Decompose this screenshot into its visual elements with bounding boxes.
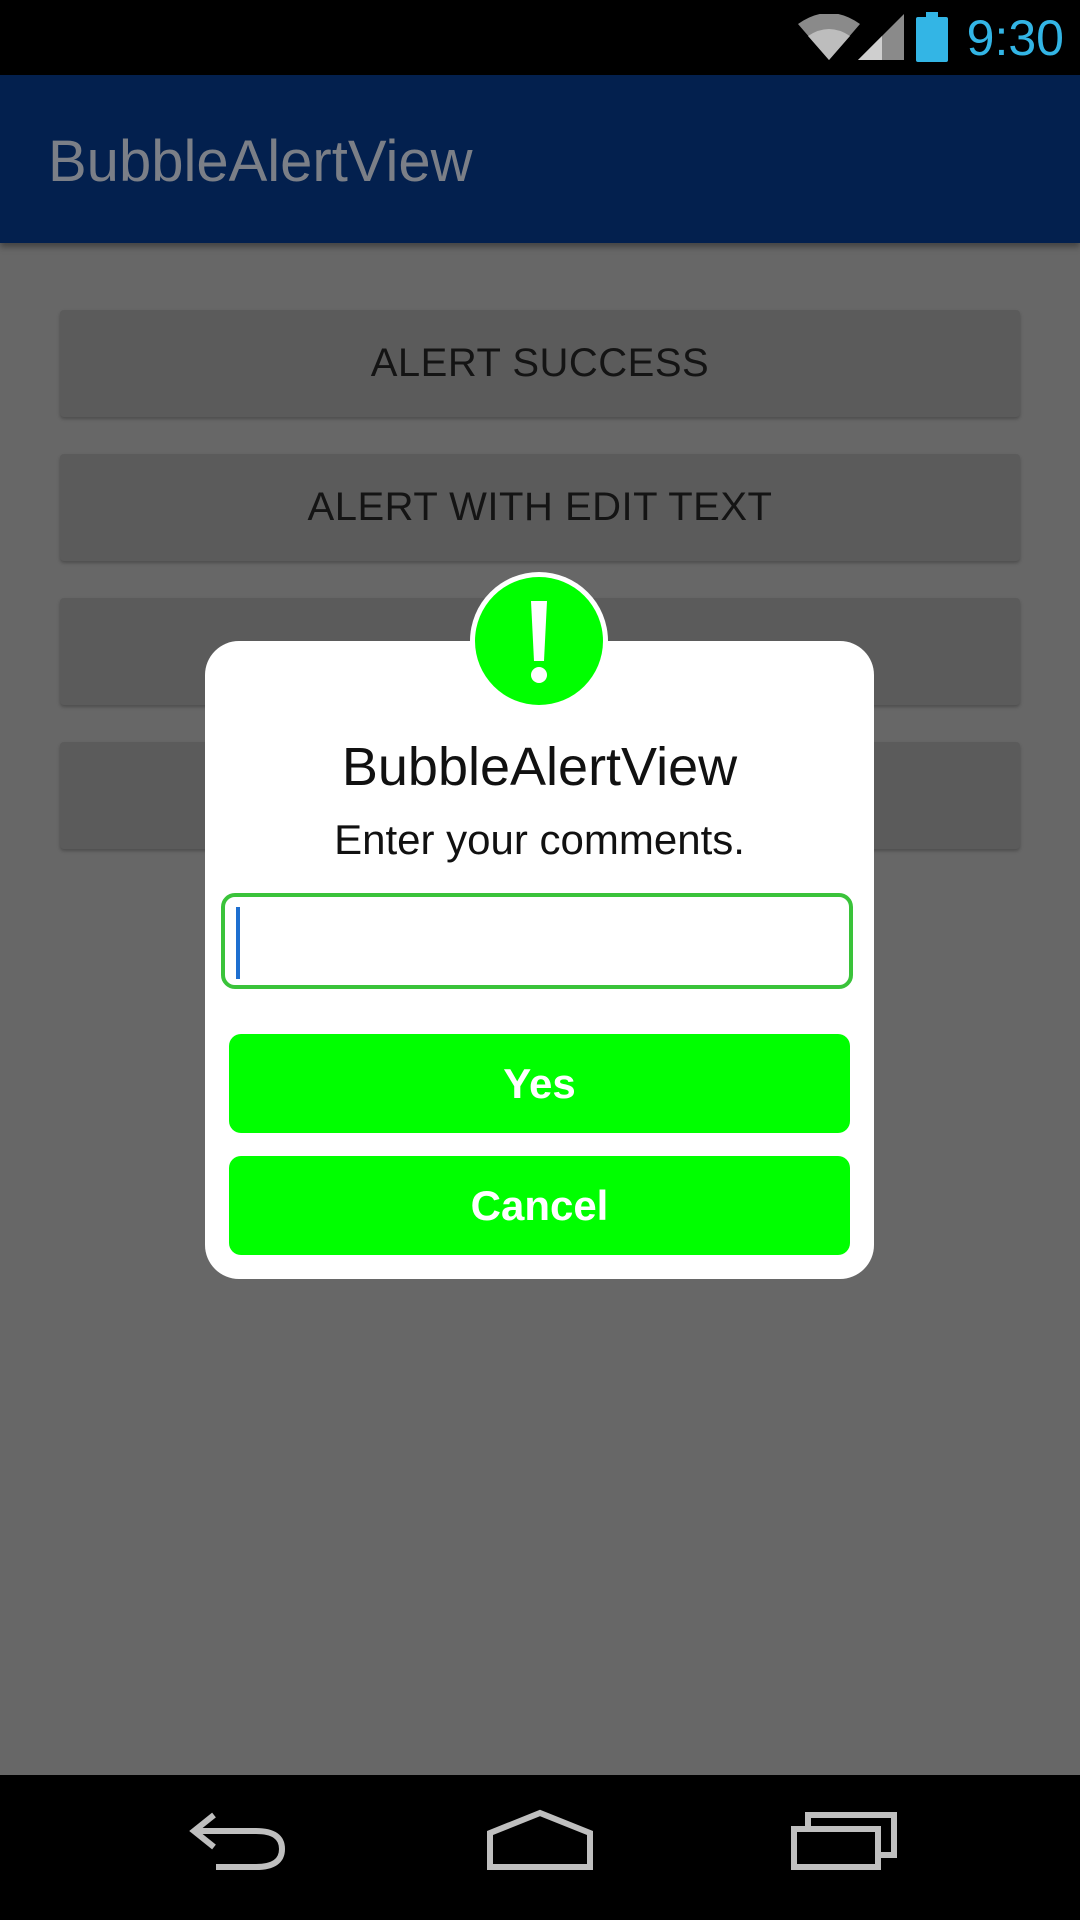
navigation-bar: [0, 1775, 1080, 1920]
alert-with-edit-text-button[interactable]: ALERT WITH EDIT TEXT: [60, 454, 1020, 561]
dialog-title: BubbleAlertView: [341, 737, 738, 797]
wifi-icon: [798, 14, 860, 60]
cancel-button[interactable]: Cancel: [229, 1156, 850, 1255]
alert-bubble: [470, 572, 608, 710]
yes-button[interactable]: Yes: [229, 1034, 850, 1133]
back-icon[interactable]: [186, 1807, 290, 1877]
status-time: 9:30: [966, 10, 1064, 66]
dialog-message: Enter your comments.: [334, 816, 745, 863]
battery-icon: [916, 12, 948, 62]
cell-signal-icon: [858, 14, 904, 60]
comments-input[interactable]: [221, 893, 853, 989]
recent-apps-icon[interactable]: [790, 1807, 898, 1871]
action-bar: BubbleAlertView: [0, 75, 1080, 243]
exclamation-icon: [475, 577, 603, 705]
alert-success-button[interactable]: ALERT SUCCESS: [60, 310, 1020, 417]
home-icon[interactable]: [484, 1807, 596, 1871]
text-cursor: [236, 907, 240, 979]
app-title: BubbleAlertView: [48, 129, 473, 194]
status-bar: 9:30: [0, 0, 1080, 75]
